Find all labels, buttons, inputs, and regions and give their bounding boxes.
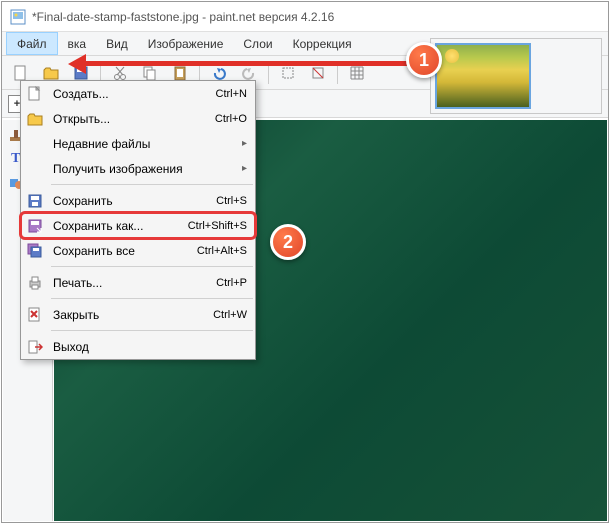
- menu-item-save[interactable]: СохранитьCtrl+S: [21, 188, 255, 213]
- submenu-arrow-icon: ▸: [242, 163, 247, 174]
- menu-edit[interactable]: вка: [58, 32, 97, 55]
- print-icon: [25, 273, 45, 293]
- open-icon: [25, 109, 45, 129]
- menu-separator: [51, 184, 253, 185]
- crop-button[interactable]: [275, 60, 301, 86]
- menu-shortcut: Ctrl+W: [213, 309, 247, 321]
- menu-shortcut: Ctrl+N: [216, 88, 247, 100]
- menu-adjust[interactable]: Коррекция: [283, 32, 362, 55]
- menu-separator: [51, 330, 253, 331]
- title-text: *Final-date-stamp-faststone.jpg - paint.…: [32, 10, 334, 24]
- callout-2: 2: [270, 224, 306, 260]
- saveall-icon: [25, 241, 45, 261]
- menu-item-label: Открыть...: [53, 112, 215, 126]
- menu-item-label: Сохранить как...: [53, 219, 188, 233]
- callout-1: 1: [406, 42, 442, 78]
- menu-separator: [51, 266, 253, 267]
- saveas-icon: [25, 216, 45, 236]
- menu-item-label: Выход: [53, 340, 247, 354]
- blank-icon: [25, 159, 45, 179]
- menu-shortcut: Ctrl+Alt+S: [197, 245, 247, 257]
- menu-layers[interactable]: Слои: [233, 32, 282, 55]
- image-thumbnail[interactable]: [435, 43, 531, 109]
- menu-shortcut: Ctrl+Shift+S: [188, 220, 247, 232]
- save-icon: [25, 191, 45, 211]
- menu-item-label: Недавние файлы: [53, 137, 242, 151]
- menu-item-label: Печать...: [53, 276, 216, 290]
- menu-item-label: Получить изображения: [53, 162, 242, 176]
- new-icon: [25, 84, 45, 104]
- menu-item-label: Создать...: [53, 87, 216, 101]
- deselect-button[interactable]: [305, 60, 331, 86]
- menu-item-sub[interactable]: Получить изображения▸: [21, 156, 255, 181]
- menu-shortcut: Ctrl+P: [216, 277, 247, 289]
- thumbnail-panel: [430, 38, 602, 114]
- toolbar-separator: [268, 62, 269, 84]
- exit-icon: [25, 337, 45, 357]
- menu-item-sub[interactable]: Недавние файлы▸: [21, 131, 255, 156]
- titlebar: *Final-date-stamp-faststone.jpg - paint.…: [2, 2, 608, 32]
- menu-item-new[interactable]: Создать...Ctrl+N: [21, 81, 255, 106]
- menu-item-open[interactable]: Открыть...Ctrl+O: [21, 106, 255, 131]
- menu-separator: [51, 298, 253, 299]
- menu-file[interactable]: Файл: [6, 32, 58, 55]
- menu-item-close[interactable]: ЗакрытьCtrl+W: [21, 302, 255, 327]
- grid-button[interactable]: [344, 60, 370, 86]
- close-icon: [25, 305, 45, 325]
- menu-item-print[interactable]: Печать...Ctrl+P: [21, 270, 255, 295]
- menu-view[interactable]: Вид: [96, 32, 138, 55]
- menu-image[interactable]: Изображение: [138, 32, 234, 55]
- file-menu-dropdown: Создать...Ctrl+NОткрыть...Ctrl+OНедавние…: [20, 80, 256, 360]
- blank-icon: [25, 134, 45, 154]
- menu-item-label: Сохранить: [53, 194, 216, 208]
- thumbnail-content: [445, 49, 459, 63]
- menu-item-label: Сохранить все: [53, 244, 197, 258]
- menu-shortcut: Ctrl+O: [215, 113, 247, 125]
- menu-shortcut: Ctrl+S: [216, 195, 247, 207]
- app-window: *Final-date-stamp-faststone.jpg - paint.…: [1, 1, 609, 523]
- toolbar-separator: [337, 62, 338, 84]
- app-icon: [10, 9, 26, 25]
- menu-item-exit[interactable]: Выход: [21, 334, 255, 359]
- submenu-arrow-icon: ▸: [242, 138, 247, 149]
- menu-item-label: Закрыть: [53, 308, 213, 322]
- menu-item-saveall[interactable]: Сохранить всеCtrl+Alt+S: [21, 238, 255, 263]
- menu-item-saveas[interactable]: Сохранить как...Ctrl+Shift+S: [21, 213, 255, 238]
